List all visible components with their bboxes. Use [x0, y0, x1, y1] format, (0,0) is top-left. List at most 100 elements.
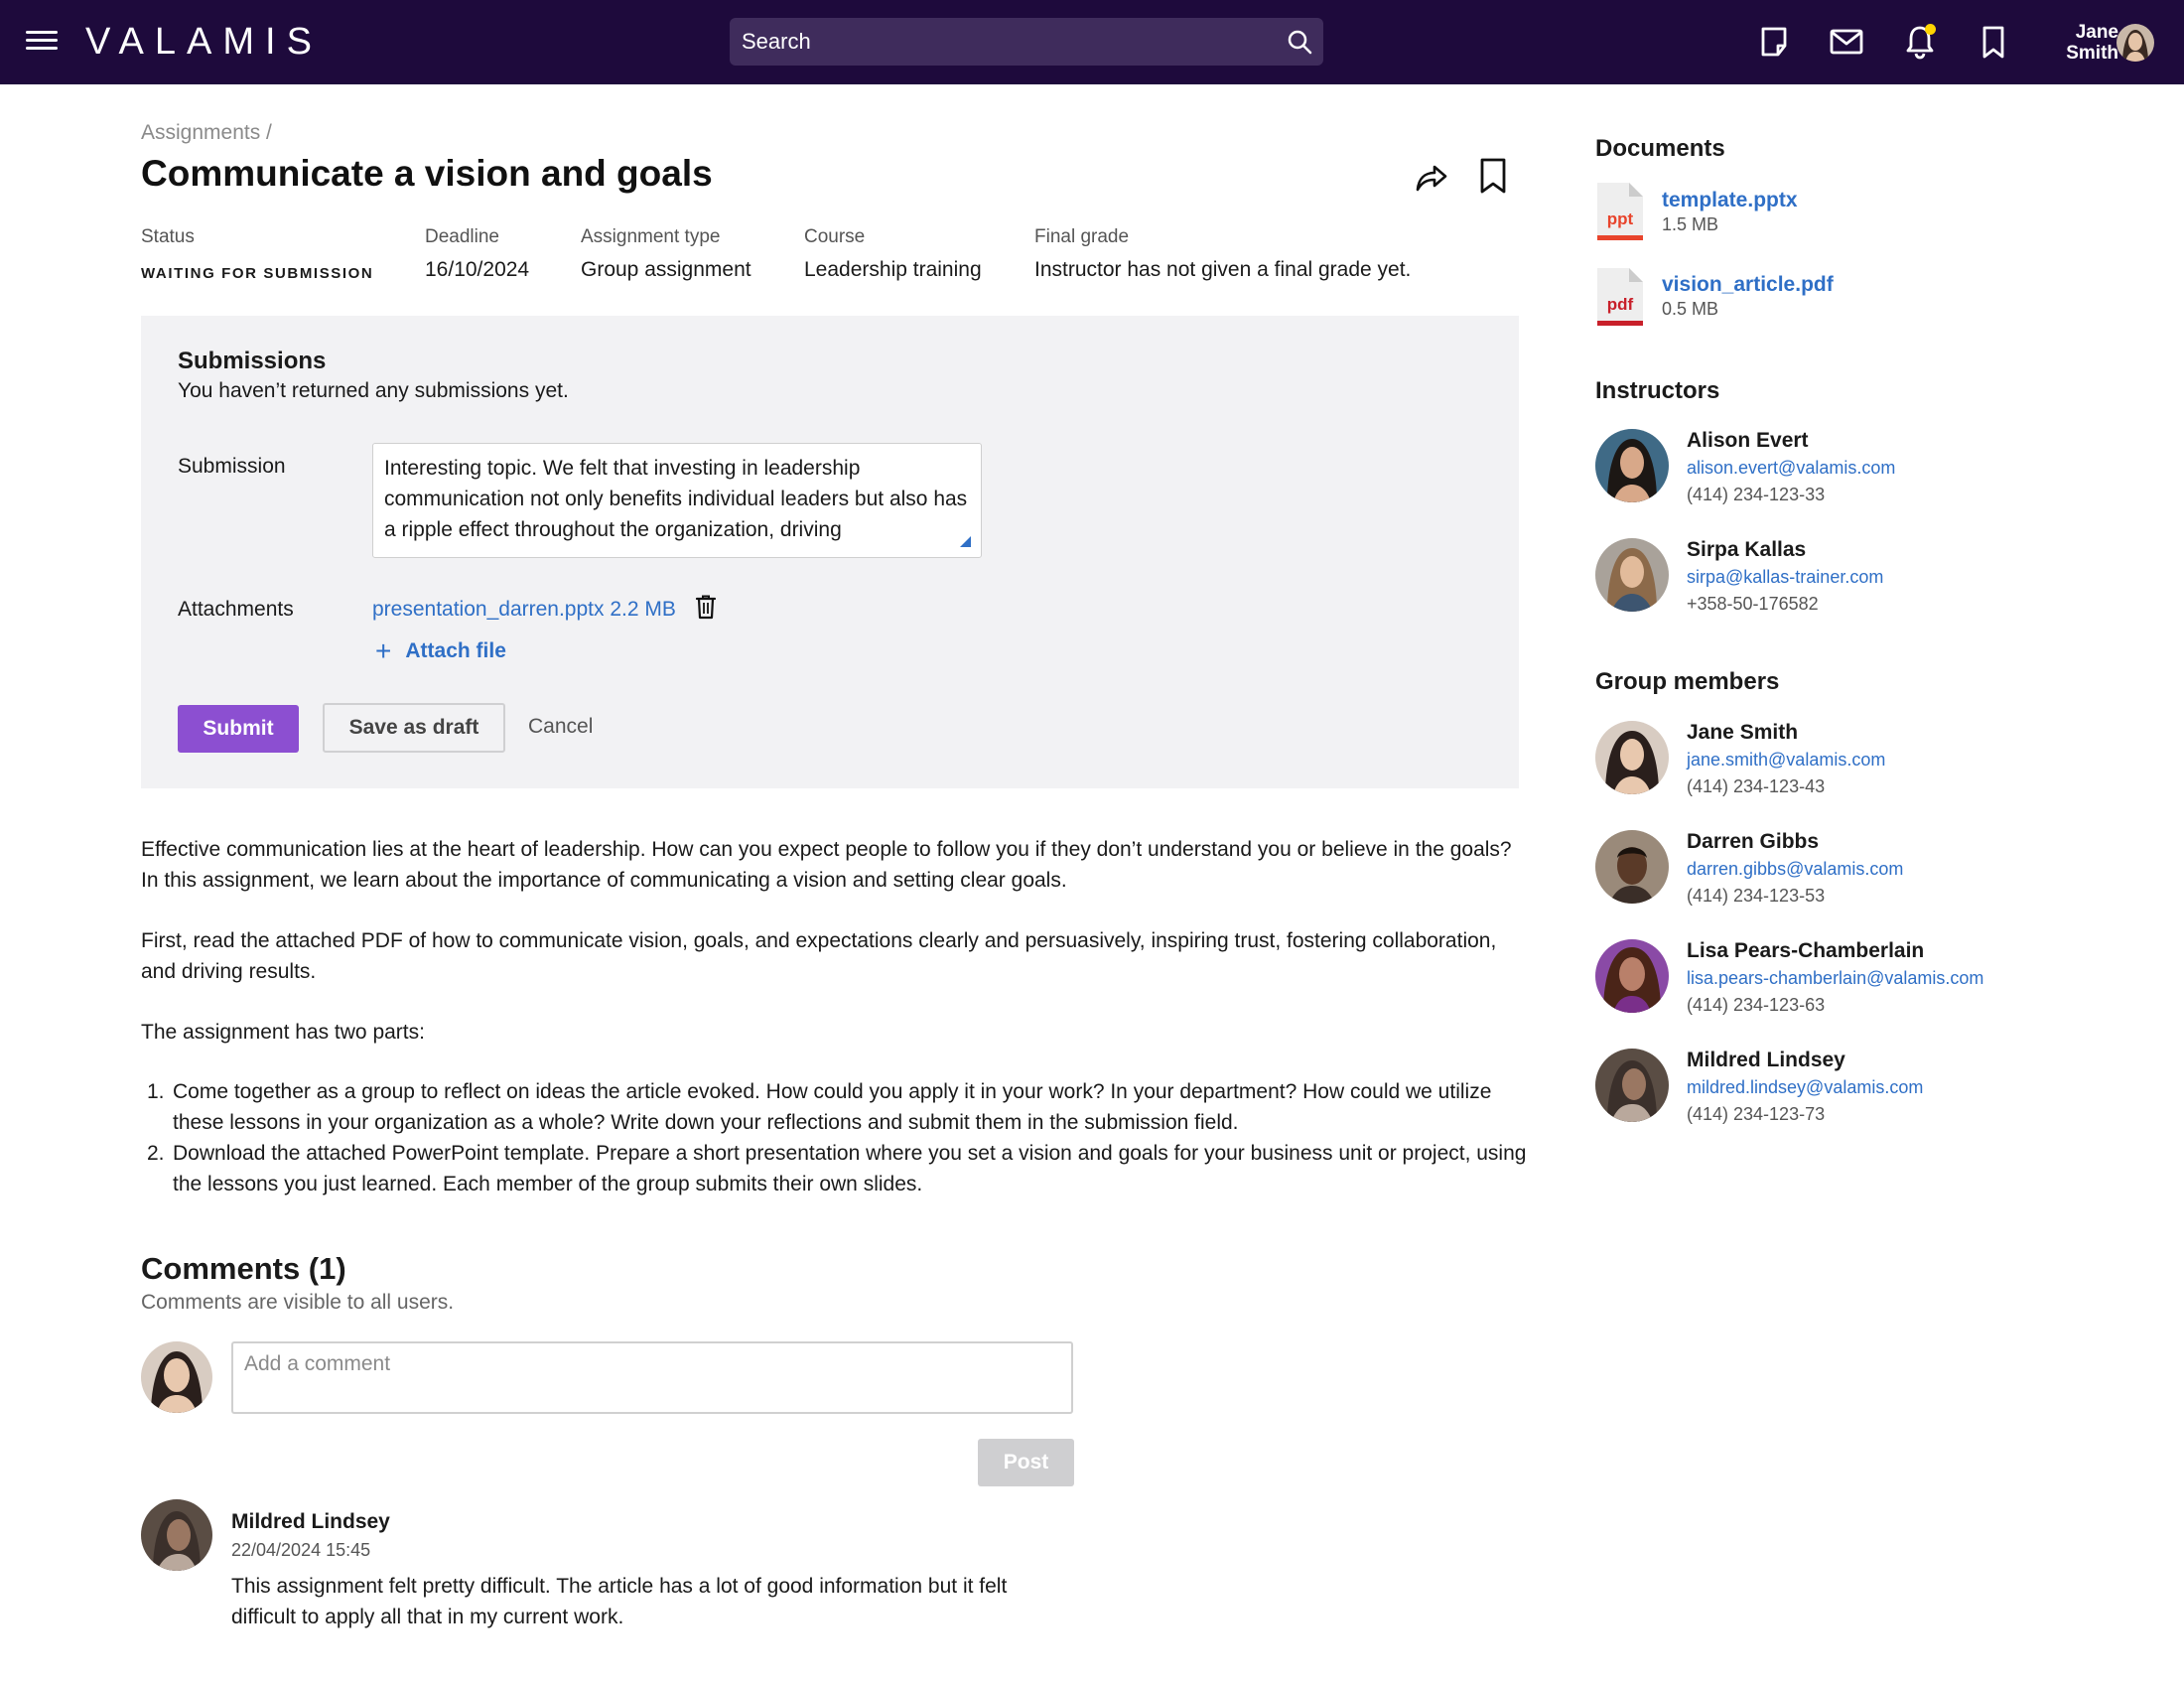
instructor-card: Alison Evert alison.evert@valamis.com (4… [1595, 429, 2151, 508]
person-email[interactable]: darren.gibbs@valamis.com [1687, 859, 1903, 880]
status-value: WAITING FOR SUBMISSION [141, 265, 374, 282]
description-paragraph-1: Effective communication lies at the hear… [141, 838, 1512, 892]
final-grade-label: Final grade [1034, 226, 1130, 247]
person-name[interactable]: Alison Evert [1687, 429, 1809, 453]
person-email[interactable]: lisa.pears-chamberlain@valamis.com [1687, 968, 1983, 989]
search-icon[interactable] [1286, 28, 1313, 56]
user-name[interactable]: Jane Smith [2035, 22, 2118, 64]
person-email[interactable]: jane.smith@valamis.com [1687, 750, 1885, 771]
avatar[interactable] [1595, 830, 1669, 904]
submissions-panel: Submissions You haven’t returned any sub… [141, 316, 1519, 788]
bookmarks-icon[interactable] [1974, 22, 2013, 62]
user-avatar[interactable] [2116, 24, 2154, 62]
person-email[interactable]: alison.evert@valamis.com [1687, 458, 1895, 479]
avatar[interactable] [1595, 939, 1669, 1013]
avatar [141, 1341, 212, 1413]
logo[interactable]: VALAMIS [85, 18, 323, 66]
submission-label: Submission [178, 455, 286, 478]
attachment-link[interactable]: presentation_darren.pptx 2.2 MB [372, 598, 676, 622]
final-grade-field: Final grade Instructor has not given a f… [1034, 226, 1411, 282]
description-paragraph-2: First, read the attached PDF of how to c… [141, 929, 1497, 983]
course-field: Course Leadership training [804, 226, 982, 282]
notes-icon[interactable] [1754, 22, 1794, 62]
person-email[interactable]: sirpa@kallas-trainer.com [1687, 567, 1883, 588]
group-member-card: Lisa Pears-Chamberlain lisa.pears-chambe… [1595, 939, 2151, 1019]
document-link[interactable]: vision_article.pdf [1662, 273, 1834, 297]
plus-icon: + [375, 635, 392, 666]
person-name[interactable]: Mildred Lindsey [1687, 1049, 1845, 1072]
search-bar [730, 18, 1323, 66]
attach-file-button[interactable]: + Attach file [375, 635, 506, 667]
document-size: 1.5 MB [1662, 214, 1719, 234]
document-link[interactable]: template.pptx [1662, 189, 1798, 212]
search-input[interactable] [730, 18, 1266, 66]
avatar[interactable] [1595, 1049, 1669, 1122]
ppt-file-icon[interactable]: ppt [1595, 181, 1645, 242]
comments-title: Comments (1) [141, 1251, 346, 1286]
avatar[interactable] [1595, 429, 1669, 502]
share-icon[interactable] [1414, 159, 1449, 195]
save-draft-button[interactable]: Save as draft [323, 703, 505, 753]
submission-text: Interesting topic. We felt that investin… [384, 457, 968, 541]
comments-subtitle: Comments are visible to all users. [141, 1291, 455, 1314]
person-phone: (414) 234-123-73 [1687, 1104, 1826, 1124]
notification-dot [1925, 24, 1936, 35]
assignment-type-label: Assignment type [581, 226, 721, 247]
post-button[interactable]: Post [978, 1439, 1074, 1486]
person-phone: (414) 234-123-63 [1687, 995, 1826, 1015]
submit-button[interactable]: Submit [178, 705, 299, 753]
person-phone: (414) 234-123-43 [1687, 776, 1826, 796]
list-number: 1. [147, 1080, 165, 1103]
page-title: Communicate a vision and goals [141, 153, 713, 194]
pdf-file-icon[interactable]: pdf [1595, 266, 1645, 328]
notifications-button[interactable] [1900, 22, 1940, 62]
comment-input[interactable] [231, 1341, 1073, 1414]
deadline-label: Deadline [425, 226, 499, 247]
user-first-name: Jane [2075, 22, 2118, 43]
avatar[interactable] [1595, 721, 1669, 794]
comment-text: This assignment felt pretty difficult. T… [231, 1575, 1008, 1628]
list-item-text: Come together as a group to reflect on i… [173, 1080, 1492, 1134]
svg-text:ppt: ppt [1607, 210, 1634, 228]
bookmark-icon[interactable] [1477, 157, 1509, 195]
status-field: Status WAITING FOR SUBMISSION [141, 226, 373, 282]
list-item-text: Download the attached PowerPoint templat… [173, 1142, 1527, 1195]
person-phone: (414) 234-123-53 [1687, 886, 1826, 906]
menu-icon[interactable] [26, 26, 58, 58]
group-member-card: Jane Smith jane.smith@valamis.com (414) … [1595, 721, 2151, 800]
description-paragraph-3: The assignment has two parts: [141, 1021, 425, 1044]
submission-textarea[interactable]: Interesting topic. We felt that investin… [372, 443, 982, 558]
submissions-subtitle: You haven’t returned any submissions yet… [178, 379, 569, 402]
submissions-title: Submissions [178, 348, 327, 374]
group-member-card: Mildred Lindsey mildred.lindsey@valamis.… [1595, 1049, 2151, 1128]
person-name[interactable]: Lisa Pears-Chamberlain [1687, 939, 1924, 963]
comment-author[interactable]: Mildred Lindsey [231, 1510, 390, 1534]
person-name[interactable]: Sirpa Kallas [1687, 538, 1806, 562]
avatar[interactable] [1595, 538, 1669, 612]
person-name[interactable]: Darren Gibbs [1687, 830, 1819, 854]
documents-title: Documents [1595, 135, 1725, 162]
svg-text:pdf: pdf [1607, 295, 1634, 314]
course-value: Leadership training [804, 258, 982, 281]
assignment-type-value: Group assignment [581, 258, 751, 281]
attach-file-label: Attach file [405, 639, 506, 662]
trash-icon[interactable] [695, 594, 717, 620]
breadcrumb[interactable]: Assignments / [141, 121, 272, 145]
instructor-card: Sirpa Kallas sirpa@kallas-trainer.com +3… [1595, 538, 2151, 618]
comment-date: 22/04/2024 15:45 [231, 1540, 371, 1560]
assignment-type-field: Assignment type Group assignment [581, 226, 751, 282]
final-grade-value: Instructor has not given a final grade y… [1034, 258, 1412, 281]
top-bar: VALAMIS Jane Smith [0, 0, 2184, 84]
person-name[interactable]: Jane Smith [1687, 721, 1798, 745]
list-number: 2. [147, 1142, 165, 1165]
resize-handle[interactable] [960, 536, 971, 547]
deadline-value: 16/10/2024 [425, 258, 530, 281]
person-phone: +358-50-176582 [1687, 594, 1819, 614]
cancel-button[interactable]: Cancel [528, 715, 593, 739]
user-last-name: Smith [2066, 43, 2118, 64]
mail-icon[interactable] [1827, 22, 1866, 62]
avatar [141, 1499, 212, 1571]
person-phone: (414) 234-123-33 [1687, 485, 1826, 504]
instructions-list: 1. Come together as a group to reflect on… [141, 1076, 1531, 1199]
person-email[interactable]: mildred.lindsey@valamis.com [1687, 1077, 1923, 1098]
